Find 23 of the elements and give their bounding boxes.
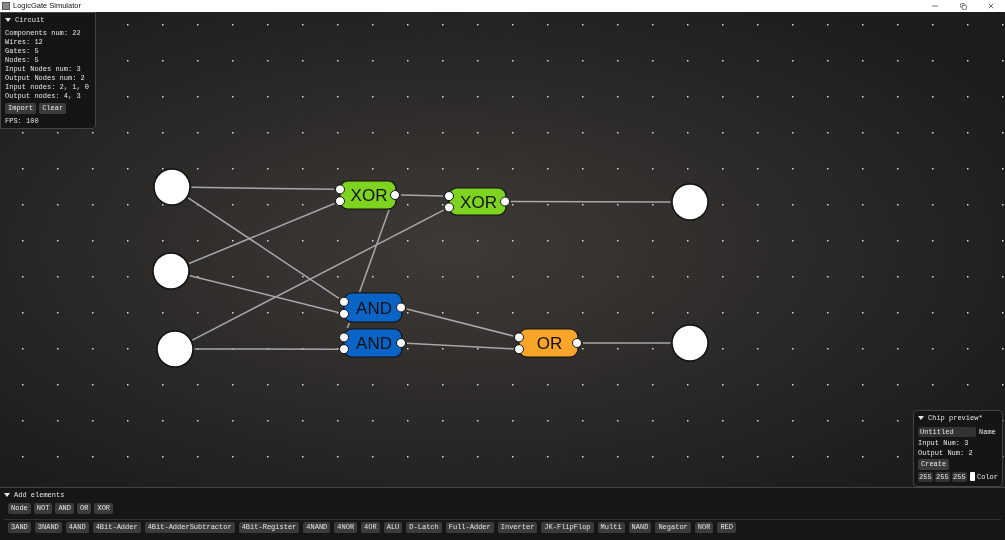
color-swatch[interactable] <box>970 472 975 482</box>
close-icon <box>987 2 995 10</box>
wire[interactable] <box>400 194 444 197</box>
wire[interactable] <box>346 322 351 329</box>
wire[interactable] <box>406 308 514 337</box>
app-icon <box>2 2 10 10</box>
minimize-icon <box>931 2 939 10</box>
wire[interactable] <box>189 274 339 314</box>
wire[interactable] <box>188 202 336 265</box>
output-node[interactable] <box>671 183 709 221</box>
input-node[interactable] <box>152 252 190 290</box>
wire[interactable] <box>510 200 672 203</box>
input-node[interactable] <box>156 330 194 368</box>
output-node[interactable] <box>671 324 709 362</box>
input-node[interactable] <box>153 168 191 206</box>
wire[interactable] <box>190 186 335 191</box>
wire[interactable] <box>406 342 514 350</box>
collapse-icon[interactable] <box>5 17 11 23</box>
collapse-icon[interactable] <box>4 492 10 498</box>
wire[interactable] <box>187 197 340 300</box>
restore-icon <box>959 2 967 10</box>
collapse-icon[interactable] <box>918 415 924 421</box>
wire[interactable] <box>358 209 390 293</box>
